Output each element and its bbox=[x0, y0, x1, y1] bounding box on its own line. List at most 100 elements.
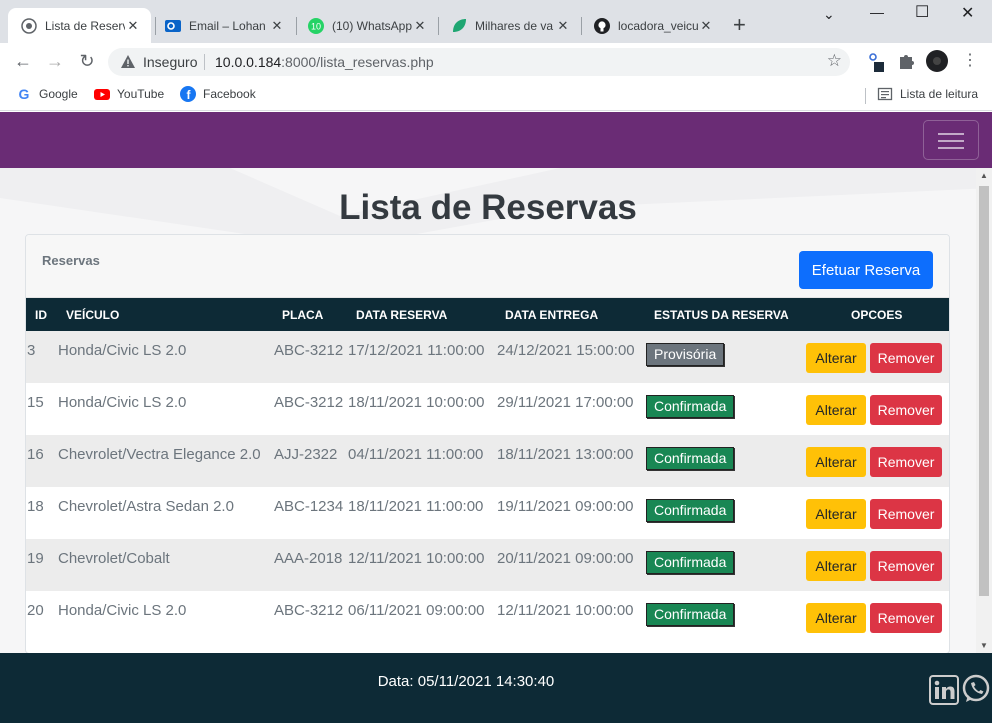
edit-button[interactable]: Alterar bbox=[806, 603, 866, 633]
remove-button[interactable]: Remover bbox=[870, 343, 942, 373]
edit-button[interactable]: Alterar bbox=[806, 551, 866, 581]
scroll-down-icon[interactable]: ▼ bbox=[980, 641, 988, 650]
bookmark-label: YouTube bbox=[117, 87, 165, 101]
tab-title: (10) WhatsApp bbox=[332, 18, 412, 33]
remove-button[interactable]: Remover bbox=[870, 395, 942, 425]
cell-delivery: 24/12/2021 15:00:00 bbox=[497, 342, 635, 359]
remove-button[interactable]: Remover bbox=[870, 603, 942, 633]
column-header-id: ID bbox=[35, 308, 47, 322]
cell-reserved: 06/11/2021 09:00:00 bbox=[348, 602, 485, 619]
new-reservation-button[interactable]: Efetuar Reserva bbox=[799, 251, 933, 289]
google-icon: G bbox=[19, 86, 30, 102]
cell-id: 15 bbox=[27, 394, 44, 411]
new-tab-button[interactable]: + bbox=[733, 14, 746, 36]
vertical-scrollbar[interactable]: ▲ ▼ bbox=[976, 168, 992, 653]
tab-lista-reservas[interactable]: Lista de Reservas ✕ bbox=[8, 8, 151, 43]
cell-plate: ABC-3212 bbox=[274, 602, 344, 619]
address-bar[interactable]: Inseguro 10.0.0.184:8000/lista_reservas.… bbox=[108, 48, 850, 76]
tab-title: Lista de Reservas bbox=[45, 18, 125, 33]
table-row: 15 Honda/Civic LS 2.0 ABC-3212 18/11/202… bbox=[26, 383, 949, 435]
bookmark-star-icon[interactable]: ☆ bbox=[827, 51, 842, 71]
status-badge: Confirmada bbox=[646, 499, 735, 522]
cell-id: 18 bbox=[27, 498, 44, 515]
cell-vehicle: Honda/Civic LS 2.0 bbox=[58, 342, 187, 359]
navbar-toggler-button[interactable] bbox=[923, 120, 979, 160]
edit-button[interactable]: Alterar bbox=[806, 395, 866, 425]
column-header-options: OPCOES bbox=[851, 308, 903, 322]
close-tab-icon[interactable]: ✕ bbox=[412, 18, 428, 34]
cell-delivery: 19/11/2021 09:00:00 bbox=[497, 498, 634, 515]
menu-dots-icon[interactable]: ⋮ bbox=[960, 51, 980, 71]
profile-avatar[interactable] bbox=[926, 50, 948, 72]
edit-button[interactable]: Alterar bbox=[806, 447, 866, 477]
status-badge: Provisória bbox=[646, 343, 725, 366]
cell-id: 20 bbox=[27, 602, 44, 619]
cell-delivery: 18/11/2021 13:00:00 bbox=[497, 446, 634, 463]
tab-title: locadora_veicu bbox=[618, 18, 698, 33]
scroll-up-icon[interactable]: ▲ bbox=[980, 171, 988, 180]
puzzle-icon[interactable] bbox=[897, 52, 915, 70]
cell-vehicle: Chevrolet/Astra Sedan 2.0 bbox=[58, 498, 234, 515]
url-path: :8000/lista_reservas.php bbox=[281, 54, 434, 70]
bookmark-label: Facebook bbox=[203, 87, 256, 101]
table-row: 18 Chevrolet/Astra Sedan 2.0 ABC-1234 18… bbox=[26, 487, 949, 539]
cell-vehicle: Honda/Civic LS 2.0 bbox=[58, 394, 187, 411]
address-divider bbox=[204, 54, 205, 70]
close-tab-icon[interactable]: ✕ bbox=[269, 18, 285, 34]
column-header-plate: PLACA bbox=[282, 308, 324, 322]
extension-icon[interactable] bbox=[866, 52, 886, 72]
tab-email[interactable]: Email – Lohan ✕ bbox=[152, 8, 295, 43]
reading-list-button[interactable]: Lista de leitura bbox=[877, 86, 978, 102]
hamburger-line bbox=[938, 147, 964, 149]
footer-date: Data: 05/11/2021 14:30:40 bbox=[377, 673, 555, 690]
youtube-icon bbox=[94, 89, 110, 100]
maximize-button[interactable]: ☐ bbox=[915, 2, 929, 22]
bookmark-label: Google bbox=[39, 87, 78, 101]
cell-vehicle: Chevrolet/Vectra Elegance 2.0 bbox=[58, 446, 261, 463]
card-label: Reservas bbox=[42, 253, 100, 268]
status-badge: Confirmada bbox=[646, 447, 735, 470]
cell-id: 16 bbox=[27, 446, 44, 463]
facebook-icon: f bbox=[180, 86, 196, 102]
forward-button[interactable]: → bbox=[45, 51, 65, 71]
bookmark-youtube[interactable]: YouTube bbox=[94, 86, 164, 102]
tab-milhares[interactable]: Milhares de va ✕ bbox=[438, 8, 581, 43]
close-tab-icon[interactable]: ✕ bbox=[125, 18, 141, 34]
status-badge: Confirmada bbox=[646, 603, 735, 626]
close-tab-icon[interactable]: ✕ bbox=[698, 18, 714, 34]
browser-toolbar: ← → ↻ Inseguro 10.0.0.184:8000/lista_res… bbox=[0, 43, 992, 80]
column-header-reserved: DATA RESERVA bbox=[356, 308, 448, 322]
warning-icon bbox=[121, 55, 135, 68]
tab-github[interactable]: locadora_veicu ✕ bbox=[581, 8, 724, 43]
security-label[interactable]: Inseguro bbox=[143, 54, 197, 70]
minimize-button[interactable]: — bbox=[870, 4, 884, 20]
linkedin-icon[interactable] bbox=[929, 675, 959, 705]
reload-button[interactable]: ↻ bbox=[77, 51, 97, 71]
svg-text:G: G bbox=[19, 86, 30, 102]
cell-plate: ABC-3212 bbox=[274, 394, 344, 411]
whatsapp-icon[interactable] bbox=[960, 673, 992, 705]
tab-search-chevron-icon[interactable]: ⌄ bbox=[823, 6, 835, 23]
site-navbar bbox=[0, 112, 992, 168]
column-header-vehicle: VEÍCULO bbox=[66, 308, 120, 322]
bookmark-google[interactable]: G Google bbox=[16, 86, 78, 102]
bookmark-facebook[interactable]: f Facebook bbox=[180, 86, 256, 102]
tab-whatsapp[interactable]: 10 (10) WhatsApp ✕ bbox=[295, 8, 438, 43]
svg-text:10: 10 bbox=[311, 21, 321, 31]
page-viewport: Lista de Reservas Reservas Efetuar Reser… bbox=[0, 112, 992, 723]
close-window-button[interactable]: ✕ bbox=[961, 3, 974, 23]
hamburger-line bbox=[938, 133, 964, 135]
close-tab-icon[interactable]: ✕ bbox=[555, 18, 571, 34]
back-button[interactable]: ← bbox=[13, 51, 33, 71]
remove-button[interactable]: Remover bbox=[870, 447, 942, 477]
remove-button[interactable]: Remover bbox=[870, 499, 942, 529]
bookmarks-bar: G Google YouTube f Facebook Lista de lei… bbox=[0, 80, 992, 111]
url-text[interactable]: 10.0.0.184:8000/lista_reservas.php bbox=[215, 54, 434, 70]
remove-button[interactable]: Remover bbox=[870, 551, 942, 581]
edit-button[interactable]: Alterar bbox=[806, 343, 866, 373]
scrollbar-thumb[interactable] bbox=[979, 186, 989, 596]
edit-button[interactable]: Alterar bbox=[806, 499, 866, 529]
tab-strip: Lista de Reservas ✕ Email – Lohan ✕ 10 (… bbox=[0, 0, 992, 43]
tab-title: Milhares de va bbox=[475, 18, 554, 33]
table-row: 3 Honda/Civic LS 2.0 ABC-3212 17/12/2021… bbox=[26, 331, 949, 383]
